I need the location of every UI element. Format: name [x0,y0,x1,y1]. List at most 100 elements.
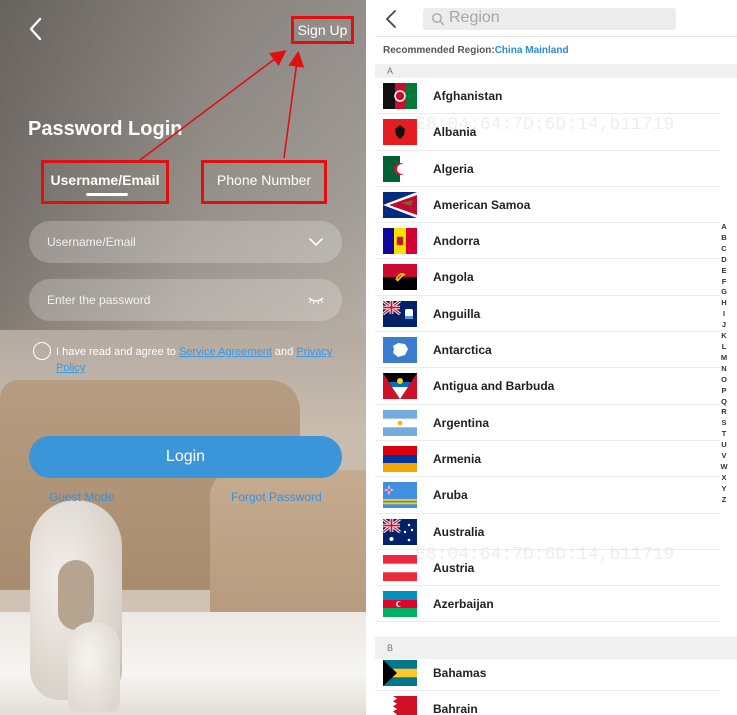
algeria-flag-icon [383,155,417,182]
country-name: Afghanistan [433,89,503,103]
username-placeholder: Username/Email [47,235,136,249]
active-tab-indicator [86,193,128,196]
alphabet-index-letter[interactable]: X [718,473,730,484]
albania-flag-icon [383,119,417,146]
alphabet-index-letter[interactable]: D [718,255,730,266]
alphabet-index-letter[interactable]: Z [718,495,730,506]
agreement-text: I have read and agree to Service Agreeme… [56,344,336,376]
alphabet-index-letter[interactable]: Q [718,397,730,408]
alphabet-index[interactable]: ABCDEFGHIJKLMNOPQRSTUVWXYZ [718,222,730,506]
alphabet-index-letter[interactable]: A [718,222,730,233]
login-screen: Sign Up Password Login Username/Email Ph… [0,0,366,715]
login-button[interactable]: Login [29,436,342,478]
recommended-value[interactable]: China Mainland [495,45,569,56]
list-item[interactable]: Andorra [375,223,720,260]
alphabet-index-letter[interactable]: H [718,298,730,309]
agree-radio[interactable] [33,342,51,360]
argentina-flag-icon [383,409,417,436]
password-input[interactable]: Enter the password [29,279,342,321]
list-item[interactable]: Aruba [375,477,720,514]
username-input[interactable]: Username/Email [29,221,342,263]
forgot-password-link[interactable]: Forgot Password [231,490,322,504]
country-name: Aruba [433,488,468,503]
andorra-flag-icon [383,228,417,255]
list-item[interactable]: Bahamas [375,655,720,692]
bahrain-flag-icon [383,696,417,715]
alphabet-index-letter[interactable]: P [718,386,730,397]
chevron-down-icon[interactable] [308,235,324,249]
list-item[interactable]: Algeria [375,151,720,187]
alphabet-index-letter[interactable]: V [718,451,730,462]
country-name: Armenia [433,451,482,466]
country-name: Azerbaijan [433,597,494,612]
country-name: Andorra [433,234,480,249]
bahamas-flag-icon [383,660,417,686]
service-agreement-link[interactable]: Service Agreement [179,346,272,358]
list-item[interactable]: Anguilla [375,296,720,333]
alphabet-index-letter[interactable]: U [718,440,730,451]
watermark: E8:04:64:7D:6D:14,b11719 [415,115,675,135]
country-name: Bahrain [433,702,478,715]
australia-flag-icon [383,518,417,545]
austria-flag-icon [383,554,417,581]
alphabet-index-letter[interactable]: E [718,266,730,277]
alphabet-index-letter[interactable]: K [718,331,730,342]
list-item[interactable]: Armenia [375,441,720,478]
recommended-label: Recommended Region: [383,45,495,56]
alphabet-index-letter[interactable]: C [718,244,730,255]
antigua-flag-icon [383,373,417,400]
alphabet-index-letter[interactable]: Y [718,484,730,495]
list-item[interactable]: Bahrain [375,691,720,715]
eye-closed-icon[interactable] [308,293,324,307]
watermark: E8:04:64:7D:6D:14,b11719 [415,545,675,565]
list-item[interactable]: Afghanistan [375,78,720,115]
antarctica-flag-icon [383,337,417,364]
alphabet-index-letter[interactable]: N [718,364,730,375]
agree-and: and [271,346,297,358]
tab-phone-number[interactable]: Phone Number [201,160,327,204]
list-item[interactable]: Antarctica [375,332,720,369]
country-name: Australia [433,524,485,539]
alphabet-index-letter[interactable]: O [718,375,730,386]
recommended-region[interactable]: Recommended Region:China Mainland [383,45,569,56]
country-name: Antigua and Barbuda [433,379,555,394]
list-item[interactable]: Azerbaijan [375,586,720,623]
list-item[interactable]: Argentina [375,405,720,441]
alphabet-index-letter[interactable]: J [718,320,730,331]
list-item[interactable]: Antigua and Barbuda [375,368,720,405]
background-vase-hole [58,560,94,630]
alphabet-index-letter[interactable]: M [718,353,730,364]
section-header-a: A [375,64,737,78]
page-title: Password Login [28,118,183,140]
alphabet-index-letter[interactable]: B [718,233,730,244]
guest-mode-link[interactable]: Guest Mode [49,490,114,504]
anguilla-flag-icon [383,300,417,327]
alphabet-index-letter[interactable]: T [718,429,730,440]
azerbaijan-flag-icon [383,591,417,618]
armenia-flag-icon [383,445,417,472]
search-placeholder: Region [449,9,500,26]
aruba-flag-icon [383,482,417,509]
alphabet-index-letter[interactable]: I [718,309,730,320]
back-icon[interactable] [26,16,46,42]
list-item[interactable]: Angola [375,259,720,296]
alphabet-index-letter[interactable]: F [718,277,730,288]
list-item[interactable]: American Samoa [375,187,720,224]
alphabet-index-letter[interactable]: W [718,462,730,473]
alphabet-index-letter[interactable]: G [718,287,730,298]
alphabet-index-letter[interactable]: S [718,418,730,429]
alphabet-index-letter[interactable]: L [718,342,730,353]
country-name: Anguilla [433,306,481,321]
background-small-vase [68,622,120,712]
alphabet-index-letter[interactable]: R [718,407,730,418]
country-list-b: Bahamas Bahrain [375,655,720,715]
sign-up-button[interactable]: Sign Up [291,16,354,44]
password-placeholder: Enter the password [47,293,151,307]
afghanistan-flag-icon [383,83,417,109]
back-icon[interactable] [383,8,399,30]
american-samoa-flag-icon [383,191,417,218]
region-search-input[interactable]: Region [423,8,676,30]
tab-username-email[interactable]: Username/Email [41,160,169,204]
country-name: American Samoa [433,197,531,212]
header-divider [375,36,737,37]
